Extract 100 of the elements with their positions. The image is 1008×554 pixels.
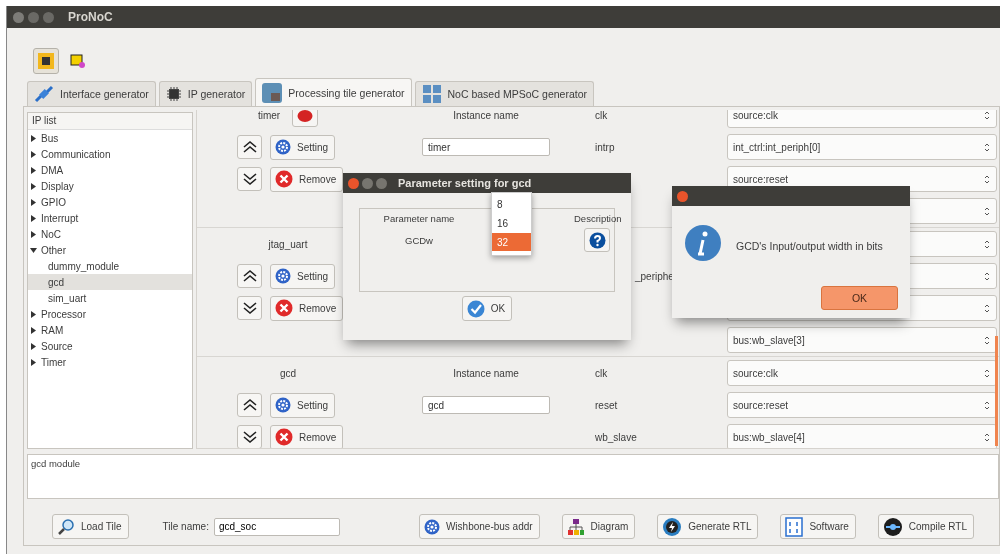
spin-arrows-icon — [984, 399, 990, 411]
settings-icon — [275, 397, 291, 413]
tree-item[interactable]: Timer — [28, 354, 192, 370]
tree-item[interactable]: Other — [28, 242, 192, 258]
remove-button[interactable]: Remove — [270, 424, 344, 448]
setting-button[interactable]: Setting — [270, 134, 336, 160]
tree-item[interactable]: Display — [28, 178, 192, 194]
tree-item[interactable]: dummy_module — [28, 258, 192, 274]
move-down-button[interactable] — [237, 167, 262, 191]
instance-name-label: Instance name — [452, 110, 520, 121]
setting-button[interactable]: Setting — [270, 392, 336, 418]
help-icon — [588, 231, 606, 249]
load-tile-button[interactable]: Load Tile — [52, 514, 129, 539]
tree-item[interactable]: GPIO — [28, 194, 192, 210]
spin-arrows-icon — [984, 238, 990, 250]
toolbar-action-button[interactable]: Diagram — [561, 514, 636, 539]
chip-icon — [36, 51, 56, 71]
port-select[interactable]: int_ctrl:int_periph[0] — [727, 134, 997, 160]
column-header: Parameter name — [382, 212, 456, 224]
tree-item[interactable]: sim_uart — [28, 290, 192, 306]
remove-button[interactable]: Remove — [270, 166, 344, 192]
spin-arrows-icon — [984, 334, 990, 346]
diagram-icon — [566, 517, 585, 536]
info-icon — [684, 224, 722, 262]
tree-item[interactable]: Communication — [28, 146, 192, 162]
toolbar-action-button[interactable]: Generate RTL — [657, 514, 759, 539]
port-select[interactable]: source:clk — [727, 360, 997, 386]
ok-button[interactable]: OK — [461, 296, 513, 321]
toolbar-button[interactable] — [33, 48, 59, 74]
remove-icon — [275, 299, 293, 317]
spin-arrows-icon — [984, 431, 990, 443]
tree-item[interactable]: RAM — [28, 322, 192, 338]
ok-button[interactable]: OK — [821, 286, 898, 310]
ip-list-header: IP list — [28, 113, 192, 130]
spin-arrows-icon — [984, 367, 990, 379]
dropdown-option[interactable]: 8 — [492, 195, 531, 213]
move-down-button[interactable] — [237, 296, 262, 320]
port-select[interactable]: bus:wb_slave[4] — [727, 424, 997, 448]
port-label: clk — [595, 110, 609, 121]
port-label: reset — [595, 399, 619, 411]
move-up-button[interactable] — [237, 264, 262, 288]
description-text: gcd module — [27, 454, 999, 499]
move-down-button[interactable] — [237, 425, 262, 448]
double-chevron-up-icon — [241, 398, 258, 412]
gear-icon — [423, 518, 440, 535]
module-name: jtag_uart — [268, 238, 308, 250]
settings-icon — [275, 268, 291, 284]
compile-icon — [882, 516, 903, 537]
instance-name-field[interactable]: gcd — [422, 396, 550, 414]
remove-icon — [275, 170, 293, 188]
toolbar-action-button[interactable]: Compile RTL — [877, 514, 974, 539]
toolbar-action-button[interactable]: Software — [780, 514, 856, 539]
double-chevron-up-icon — [241, 140, 258, 154]
scrollbar[interactable] — [995, 336, 998, 446]
double-chevron-down-icon — [241, 301, 258, 315]
tree-item[interactable]: NoC — [28, 226, 192, 242]
spin-arrows-icon — [984, 302, 990, 314]
tree-item[interactable]: gcd — [28, 274, 192, 290]
port-label: clk — [595, 367, 609, 379]
tile-name-field[interactable]: gcd_soc — [213, 517, 340, 536]
expanded-arrow-icon[interactable] — [30, 246, 37, 254]
tab[interactable]: Interface generator — [27, 81, 156, 106]
close-icon[interactable] — [677, 190, 688, 202]
tree-item[interactable]: Processor — [28, 306, 192, 322]
tree-item[interactable]: Source — [28, 338, 192, 354]
close-icon[interactable] — [348, 177, 359, 189]
tree-item[interactable]: Interrupt — [28, 210, 192, 226]
tree-item[interactable]: DMA — [28, 162, 192, 178]
move-up-button[interactable] — [237, 393, 262, 417]
chip-icon — [165, 86, 182, 102]
dropdown-option[interactable]: 16 — [492, 214, 531, 232]
help-button[interactable] — [584, 228, 610, 252]
remove-button[interactable]: Remove — [270, 295, 344, 321]
module-name: gcd — [279, 367, 297, 379]
delete-button[interactable] — [292, 110, 319, 127]
tree-item[interactable]: Bus — [28, 130, 192, 146]
spin-arrows-icon — [984, 205, 990, 217]
software-icon — [785, 516, 804, 537]
tile-name-label: Tile name: — [162, 521, 209, 532]
move-up-button[interactable] — [237, 135, 262, 159]
select-icon — [70, 53, 86, 69]
port-select[interactable]: source:reset — [727, 392, 997, 418]
spin-arrows-icon — [984, 141, 990, 153]
setting-button[interactable]: Setting — [270, 263, 336, 289]
instance-name-field[interactable]: timer — [422, 138, 550, 156]
tab[interactable]: NoC based MPSoC generator — [414, 81, 594, 106]
close-icon[interactable] — [13, 11, 24, 23]
tab[interactable]: IP generator — [158, 81, 253, 106]
tab[interactable]: Processing tile generator — [255, 78, 412, 106]
tile-icon — [262, 82, 283, 103]
double-chevron-down-icon — [241, 430, 258, 444]
module-name: timer — [257, 110, 281, 121]
port-select[interactable]: source:clk — [727, 110, 997, 128]
port-select[interactable]: bus:wb_slave[3] — [727, 327, 997, 353]
spin-arrows-icon — [984, 173, 990, 185]
instance-name-label: Instance name — [452, 367, 520, 379]
column-header: Description — [574, 212, 620, 224]
toolbar-action-button[interactable]: Wishbone-bus addr — [418, 514, 540, 539]
double-chevron-up-icon — [241, 269, 258, 283]
search-icon — [57, 517, 75, 536]
